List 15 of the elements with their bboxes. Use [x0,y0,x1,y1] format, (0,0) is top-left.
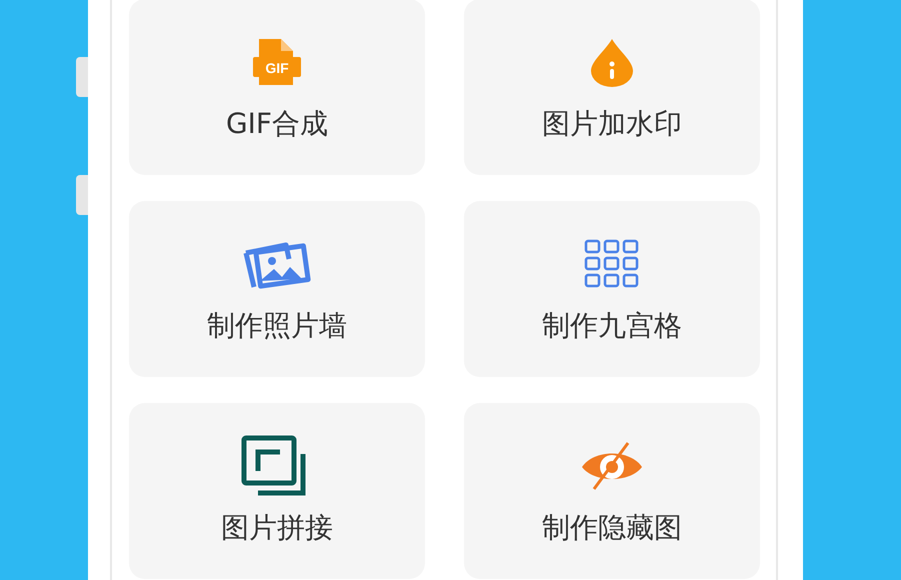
tool-card[interactable]: 制作隐藏图 [464,403,760,579]
tool-card[interactable]: 制作照片墙 [129,201,425,377]
tool-label: 制作隐藏图 [542,510,682,546]
tool-card[interactable]: GIF GIF合成 [129,0,425,175]
tool-card[interactable]: 图片拼接 [129,403,425,579]
tool-label: 制作九宫格 [542,308,682,344]
tool-label: 图片加水印 [542,106,682,142]
tool-card[interactable]: 制作九宫格 [464,201,760,377]
tool-label: 制作照片墙 [207,308,347,344]
hidden-eye-icon [580,439,644,493]
tool-label: GIF合成 [226,106,328,142]
tool-label: 图片拼接 [221,510,333,546]
drop-icon [589,37,635,87]
grid-icon [584,239,640,289]
tool-card[interactable]: 图片加水印 [464,0,760,175]
